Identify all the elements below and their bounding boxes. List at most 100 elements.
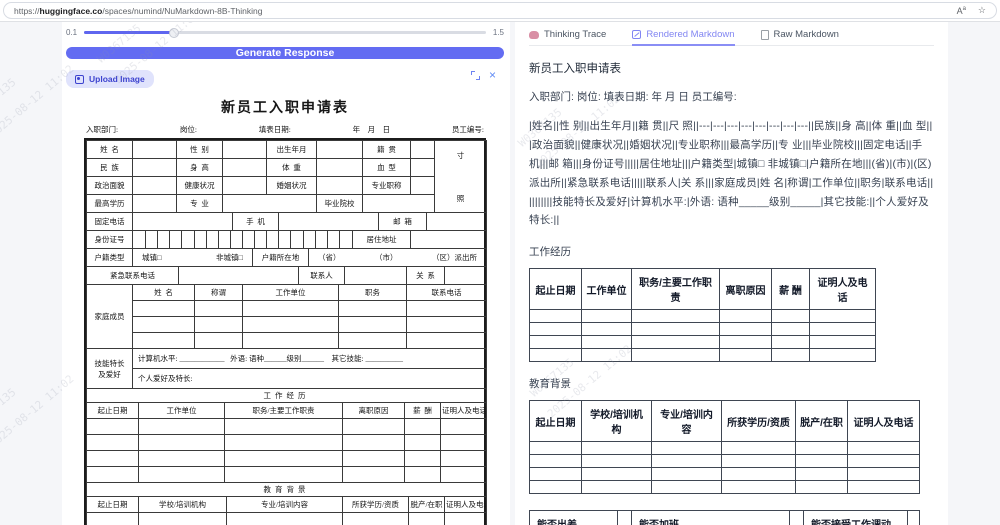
- form-title: 新员工入职申请表: [221, 101, 349, 116]
- column-header: 职务/主要工作职责: [631, 268, 720, 311]
- column-header: 薪 酬: [771, 268, 810, 311]
- slider-handle[interactable]: [168, 27, 179, 38]
- doc-abilities-table: 能否出差 能否加班 能否接受工作调动 是否曾在我公司应聘 是否有亲属或朋友在我公…: [529, 510, 920, 525]
- slider-fill: [84, 31, 173, 34]
- column-header: 离职原因: [719, 268, 772, 311]
- form-label: 婚姻状况: [266, 176, 317, 195]
- table-row: [86, 434, 488, 451]
- form-label: 居住地址: [352, 230, 411, 249]
- table-row: [529, 322, 876, 337]
- form-label: 血 型: [362, 158, 411, 177]
- tab-rendered-markdown[interactable]: Rendered Markdown: [632, 25, 735, 46]
- browser-bar: https://huggingface.co/spaces/numind/NuM…: [0, 0, 1000, 22]
- form-label: 最高学历: [86, 194, 133, 213]
- form-meta-date: 填表日期:: [258, 125, 291, 134]
- column-header: 脱产/在职: [795, 400, 848, 443]
- form-label: 技能特长 及爱好: [86, 348, 133, 389]
- form-label: 学校/培训机构: [138, 496, 227, 513]
- form-label: 职务/主要工作职责: [224, 402, 343, 419]
- cell: [132, 212, 233, 231]
- form-label: 户籍类型: [86, 248, 133, 267]
- slider-max-label: 1.5: [492, 28, 504, 37]
- form-label: 民 族: [86, 158, 133, 177]
- image-icon: [75, 74, 84, 84]
- doc-work-section-title: 工作经历: [529, 246, 571, 259]
- form-meta-row: 入职部门: 岗位: 填表日期: 年 月 日 员工编号:: [86, 124, 484, 135]
- temperature-slider-row: 0.1 1.5: [66, 27, 504, 38]
- table-row: [529, 467, 920, 482]
- form-label: 职务: [338, 284, 407, 301]
- cell: [316, 176, 363, 195]
- form-label: 出生年月: [266, 140, 317, 159]
- cell: [362, 194, 435, 213]
- form-label: 毕业院校: [316, 194, 363, 213]
- doc-meta-line: 入职部门: 岗位: 填表日期: 年 月 日 员工编号:: [529, 91, 737, 103]
- form-meta-position: 岗位:: [179, 125, 197, 134]
- right-panel: Thinking Trace Rendered Markdown Raw Mar…: [515, 22, 948, 525]
- fullscreen-icon[interactable]: [470, 71, 480, 80]
- table-row: [87, 300, 487, 317]
- form-label: 起止日期: [86, 402, 139, 419]
- table-row: [529, 441, 920, 456]
- uploaded-form-image: 新员工入职申请表 入职部门: 岗位: 填表日期: 年 月 日 员工编号: 姓 名…: [84, 97, 488, 525]
- doc-title: 新员工入职申请表: [529, 63, 621, 75]
- generate-response-button[interactable]: Generate Response: [66, 47, 504, 59]
- form-label: 所获学历/资质: [342, 496, 409, 513]
- tab-thinking-trace[interactable]: Thinking Trace: [529, 24, 606, 45]
- form-label: 固定电话: [86, 212, 133, 231]
- table-row: [529, 335, 876, 350]
- form-meta-empno: 员工编号:: [451, 125, 484, 134]
- markdown-icon: [632, 29, 642, 39]
- form-label: 身 高: [176, 158, 223, 177]
- slider-min-label: 0.1: [66, 28, 78, 37]
- form-label: 户籍所在地: [252, 248, 309, 267]
- cell: [222, 194, 317, 213]
- column-header: 起止日期: [529, 400, 582, 443]
- doc-edu-section-title: 教育背景: [529, 378, 571, 391]
- tab-raw-markdown[interactable]: Raw Markdown: [760, 24, 839, 45]
- cell: [444, 266, 487, 285]
- cell: [222, 158, 267, 177]
- address-bar[interactable]: https://huggingface.co/spaces/numind/NuM…: [3, 2, 997, 19]
- form-meta-dept: 入职部门:: [86, 125, 119, 134]
- form-label: 健康状况: [176, 176, 223, 195]
- form-label: 薪 酬: [404, 402, 441, 419]
- favorites-star-icon[interactable]: ☆: [978, 5, 986, 16]
- form-label: 脱产/在职: [408, 496, 445, 513]
- temperature-slider[interactable]: [84, 27, 486, 38]
- cell: [132, 140, 177, 159]
- cell: [132, 158, 177, 177]
- table-row: [86, 450, 488, 467]
- form-label: 起止日期: [86, 496, 139, 513]
- column-header: 所获学历/资质: [721, 400, 796, 443]
- cell: [410, 158, 435, 177]
- upload-image-button[interactable]: Upload Image: [66, 70, 154, 88]
- image-preview-area: Upload Image × 新员工入职申请表 入职部门: 岗位: 填表日期: …: [66, 67, 504, 525]
- form-label: 家庭成员: [86, 284, 133, 349]
- form-label: 联系人: [298, 266, 345, 285]
- table-row: [529, 348, 876, 363]
- cell: [132, 194, 177, 213]
- column-header: 起止日期: [529, 268, 582, 311]
- photo-box: 寸照: [434, 140, 487, 213]
- cell: [426, 212, 487, 231]
- table-row: [87, 316, 487, 333]
- form-label: 籍 贯: [362, 140, 411, 159]
- form-label: 专 业: [176, 194, 223, 213]
- page-url: https://huggingface.co/spaces/numind/NuM…: [14, 5, 263, 16]
- table-row: [529, 309, 876, 324]
- rendered-markdown-content: 新员工入职申请表 入职部门: 岗位: 填表日期: 年 月 日 员工编号: |姓名…: [529, 60, 934, 525]
- household-location: （省） （市） （区）派出所: [308, 248, 487, 267]
- text-size-icon[interactable]: Aa: [957, 6, 966, 16]
- section-education: 教育背景: [85, 482, 488, 497]
- form-label: 政治面貌: [86, 176, 133, 195]
- form-label: 证明人及电话: [439, 402, 488, 419]
- close-icon[interactable]: ×: [489, 69, 496, 81]
- column-header: 专业/培训内容: [651, 400, 722, 443]
- cell: [410, 176, 435, 195]
- form-label: 离职原因: [342, 402, 405, 419]
- table-row: [529, 480, 920, 495]
- form-label: 联系电话: [406, 284, 487, 301]
- household-type-options: 城镇□ 非城镇□: [132, 248, 253, 267]
- form-label: 身份证号: [86, 230, 133, 249]
